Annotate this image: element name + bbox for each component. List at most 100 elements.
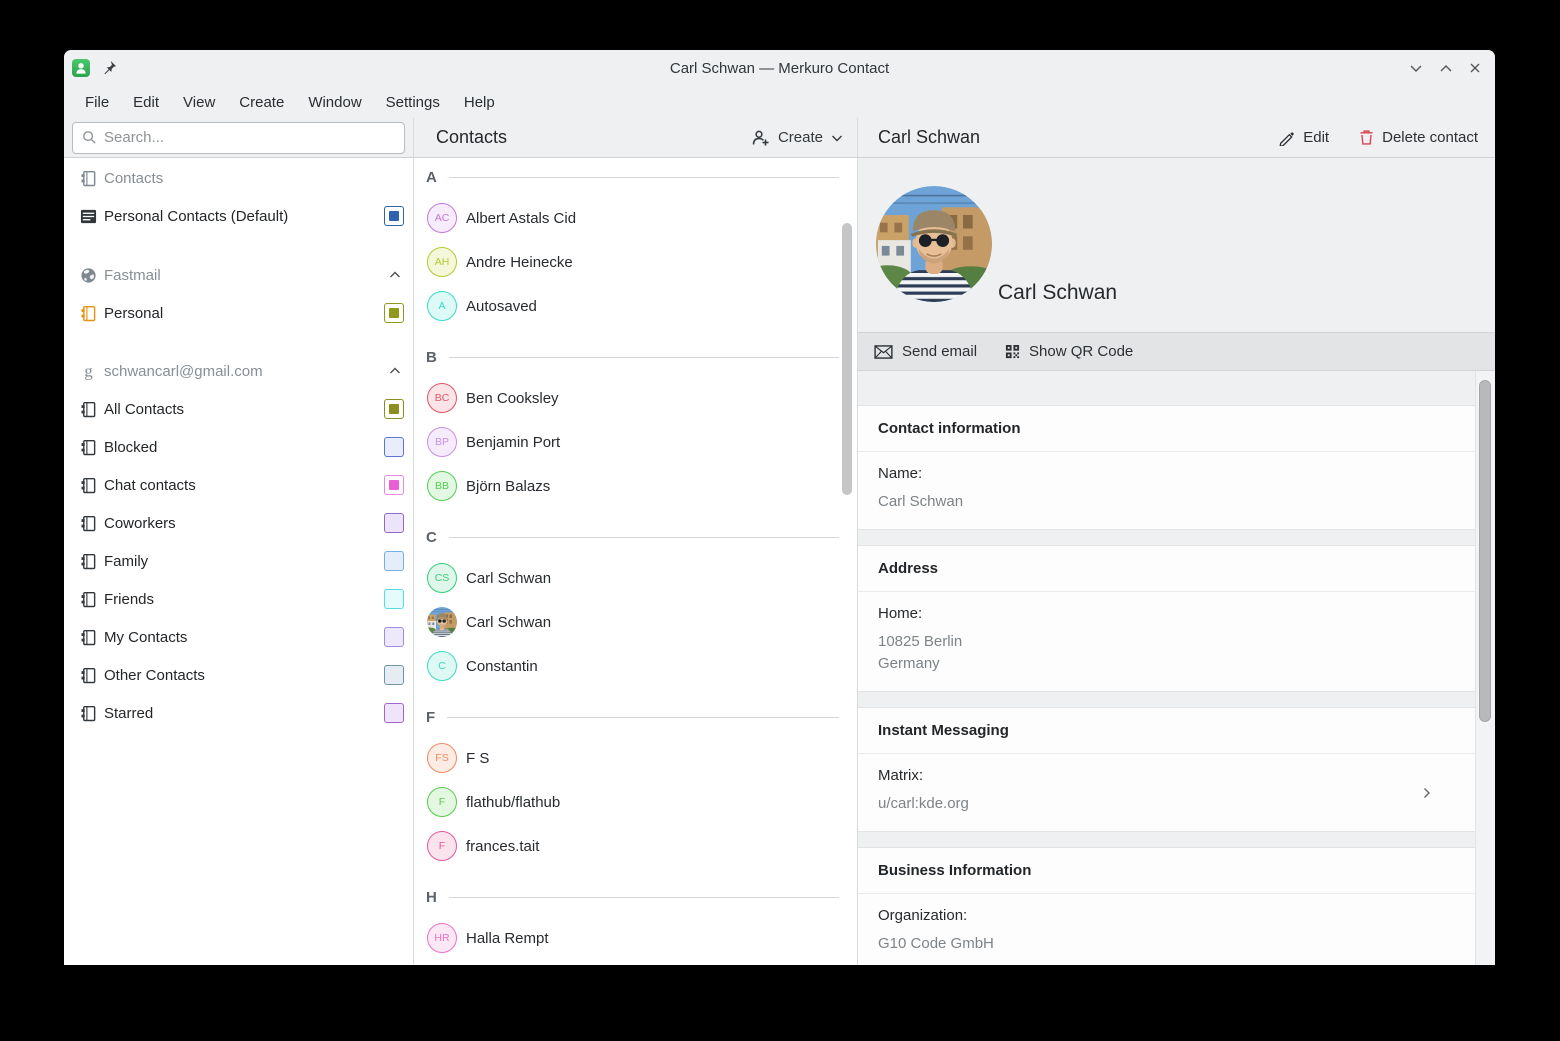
collection-checkbox[interactable]: [384, 703, 404, 723]
menu-bar: FileEditViewCreateWindowSettingsHelp: [64, 86, 1495, 118]
detail-row-home: Home:10825 BerlinGermany: [858, 592, 1475, 691]
detail-row-matrix[interactable]: Matrix:u/carl:kde.org: [858, 754, 1475, 831]
window-title: Carl Schwan — Merkuro Contact: [64, 50, 1495, 86]
contact-row-bj-rn-balazs[interactable]: BBBjörn Balazs: [414, 464, 857, 508]
menu-settings[interactable]: Settings: [375, 90, 451, 115]
contact-row-autosaved[interactable]: AAutosaved: [414, 284, 857, 328]
send-email-button[interactable]: Send email: [874, 343, 977, 360]
contact-row-halla-rempt[interactable]: HRHalla Rempt: [414, 916, 857, 960]
menu-window[interactable]: Window: [297, 90, 372, 115]
contact-initials-avatar: AH: [427, 247, 457, 277]
sidebar-item-personal-contacts-default[interactable]: Personal Contacts (Default): [64, 197, 413, 235]
field-label: Matrix:: [878, 767, 1435, 784]
search-input[interactable]: Search...: [72, 122, 405, 154]
collection-checkbox[interactable]: [384, 513, 404, 533]
sidebar-section-contacts[interactable]: Contacts: [64, 159, 413, 197]
field-label: Organization:: [878, 907, 1435, 924]
sidebar-item-other-contacts[interactable]: Other Contacts: [64, 656, 413, 694]
collection-checkbox[interactable]: [384, 589, 404, 609]
contact-detail-content: Contact informationName:Carl SchwanAddre…: [858, 371, 1495, 965]
show-qr-code-button[interactable]: Show QR Code: [1005, 343, 1133, 360]
detail-card-instant-messaging: Instant MessagingMatrix:u/carl:kde.org: [858, 707, 1475, 832]
merkuro-contact-window: Carl Schwan — Merkuro Contact FileEditVi…: [64, 50, 1495, 965]
menu-edit[interactable]: Edit: [122, 90, 170, 115]
contact-initials-avatar: C: [427, 651, 457, 681]
pencil-icon: [1278, 129, 1295, 146]
address-book-sidebar: ContactsPersonal Contacts (Default) Fastm…: [64, 158, 414, 965]
collection-checkbox[interactable]: [384, 475, 404, 495]
menu-view[interactable]: View: [172, 90, 226, 115]
close-button[interactable]: [1469, 62, 1481, 74]
sidebar-item-coworkers[interactable]: Coworkers: [64, 504, 413, 542]
envelope-icon: [874, 345, 893, 359]
contact-row-constantin[interactable]: CConstantin: [414, 644, 857, 688]
sidebar-item-friends[interactable]: Friends: [64, 580, 413, 618]
card-title: Instant Messaging: [858, 708, 1475, 754]
menu-create[interactable]: Create: [228, 90, 295, 115]
collection-checkbox[interactable]: [384, 665, 404, 685]
sidebar-item-family[interactable]: Family: [64, 542, 413, 580]
sidebar-item-my-contacts[interactable]: My Contacts: [64, 618, 413, 656]
collapse-chevron-icon[interactable]: [389, 367, 401, 375]
detail-card-business-information: Business Information Organization: G10 Cod…: [858, 847, 1475, 965]
contacts-panel-title: Contacts: [436, 127, 507, 148]
contact-row-hubert-figui-re[interactable]: HFhubert figuière: [414, 960, 857, 965]
edit-button[interactable]: Edit: [1278, 129, 1329, 146]
sidebar-section-schwancarl-gmail-com[interactable]: gschwancarl@gmail.com: [64, 352, 413, 390]
collection-checkbox[interactable]: [384, 627, 404, 647]
maximize-button[interactable]: [1439, 64, 1453, 73]
sidebar-item-personal[interactable]: Personal: [64, 294, 413, 332]
contact-actions-toolbar: Send email Show QR Code: [858, 332, 1495, 371]
address-book-icon: [80, 553, 97, 570]
sidebar-item-all-contacts[interactable]: All Contacts: [64, 390, 413, 428]
collection-checkbox[interactable]: [384, 399, 404, 419]
menu-help[interactable]: Help: [453, 90, 506, 115]
address-book-icon: [80, 305, 97, 322]
contact-initials-avatar: FS: [427, 743, 457, 773]
svg-text:g: g: [84, 363, 93, 380]
contact-photo-avatar: [427, 607, 457, 637]
detail-card-contact-information: Contact informationName:Carl Schwan: [858, 405, 1475, 530]
detail-scrollbar[interactable]: [1479, 380, 1491, 722]
delete-contact-button[interactable]: Delete contact: [1359, 129, 1478, 146]
field-value: G10 Code GmbH: [878, 933, 1435, 955]
create-button[interactable]: Create: [752, 129, 843, 146]
contact-list-scrollbar[interactable]: [842, 223, 852, 495]
contact-initials-avatar: HR: [427, 923, 457, 953]
contact-row-flathub-flathub[interactable]: Fflathub/flathub: [414, 780, 857, 824]
minimize-button[interactable]: [1409, 64, 1423, 73]
field-value: Carl Schwan: [878, 491, 1435, 513]
detail-row-organization: Organization: G10 Code GmbH: [858, 894, 1475, 965]
section-header-b: B: [414, 338, 857, 376]
contact-row-albert-astals-cid[interactable]: ACAlbert Astals Cid: [414, 196, 857, 240]
contact-row-f-s[interactable]: FSF S: [414, 736, 857, 780]
field-label: Home:: [878, 605, 1435, 622]
sidebar-section-fastmail[interactable]: Fastmail: [64, 256, 413, 294]
menu-file[interactable]: File: [74, 90, 120, 115]
contact-row-benjamin-port[interactable]: BPBenjamin Port: [414, 420, 857, 464]
contact-row-ben-cooksley[interactable]: BCBen Cooksley: [414, 376, 857, 420]
card-title: Contact information: [858, 406, 1475, 452]
contact-list-panel: AACAlbert Astals CidAHAndre HeineckeAAut…: [414, 158, 858, 965]
contact-row-carl-schwan[interactable]: Carl Schwan: [414, 600, 857, 644]
contact-initials-avatar: BC: [427, 383, 457, 413]
detail-header-title: Carl Schwan: [878, 127, 980, 148]
section-header-a: A: [414, 158, 857, 196]
collection-checkbox[interactable]: [384, 303, 404, 323]
collection-checkbox[interactable]: [384, 437, 404, 457]
titlebar[interactable]: Carl Schwan — Merkuro Contact: [64, 50, 1495, 86]
collapse-chevron-icon[interactable]: [389, 271, 401, 279]
collection-checkbox[interactable]: [384, 551, 404, 571]
address-book-icon: [80, 477, 97, 494]
contact-initials-avatar: BP: [427, 427, 457, 457]
sidebar-item-chat-contacts[interactable]: Chat contacts: [64, 466, 413, 504]
chevron-down-icon: [831, 134, 843, 142]
contact-row-frances-tait[interactable]: Ffrances.tait: [414, 824, 857, 868]
card-title: Business Information: [858, 848, 1475, 894]
sidebar-item-blocked[interactable]: Blocked: [64, 428, 413, 466]
contact-row-andre-heinecke[interactable]: AHAndre Heinecke: [414, 240, 857, 284]
collection-checkbox[interactable]: [384, 206, 404, 226]
contact-row-carl-schwan[interactable]: CSCarl Schwan: [414, 556, 857, 600]
sidebar-item-starred[interactable]: Starred: [64, 694, 413, 732]
address-book-icon: [80, 629, 97, 646]
